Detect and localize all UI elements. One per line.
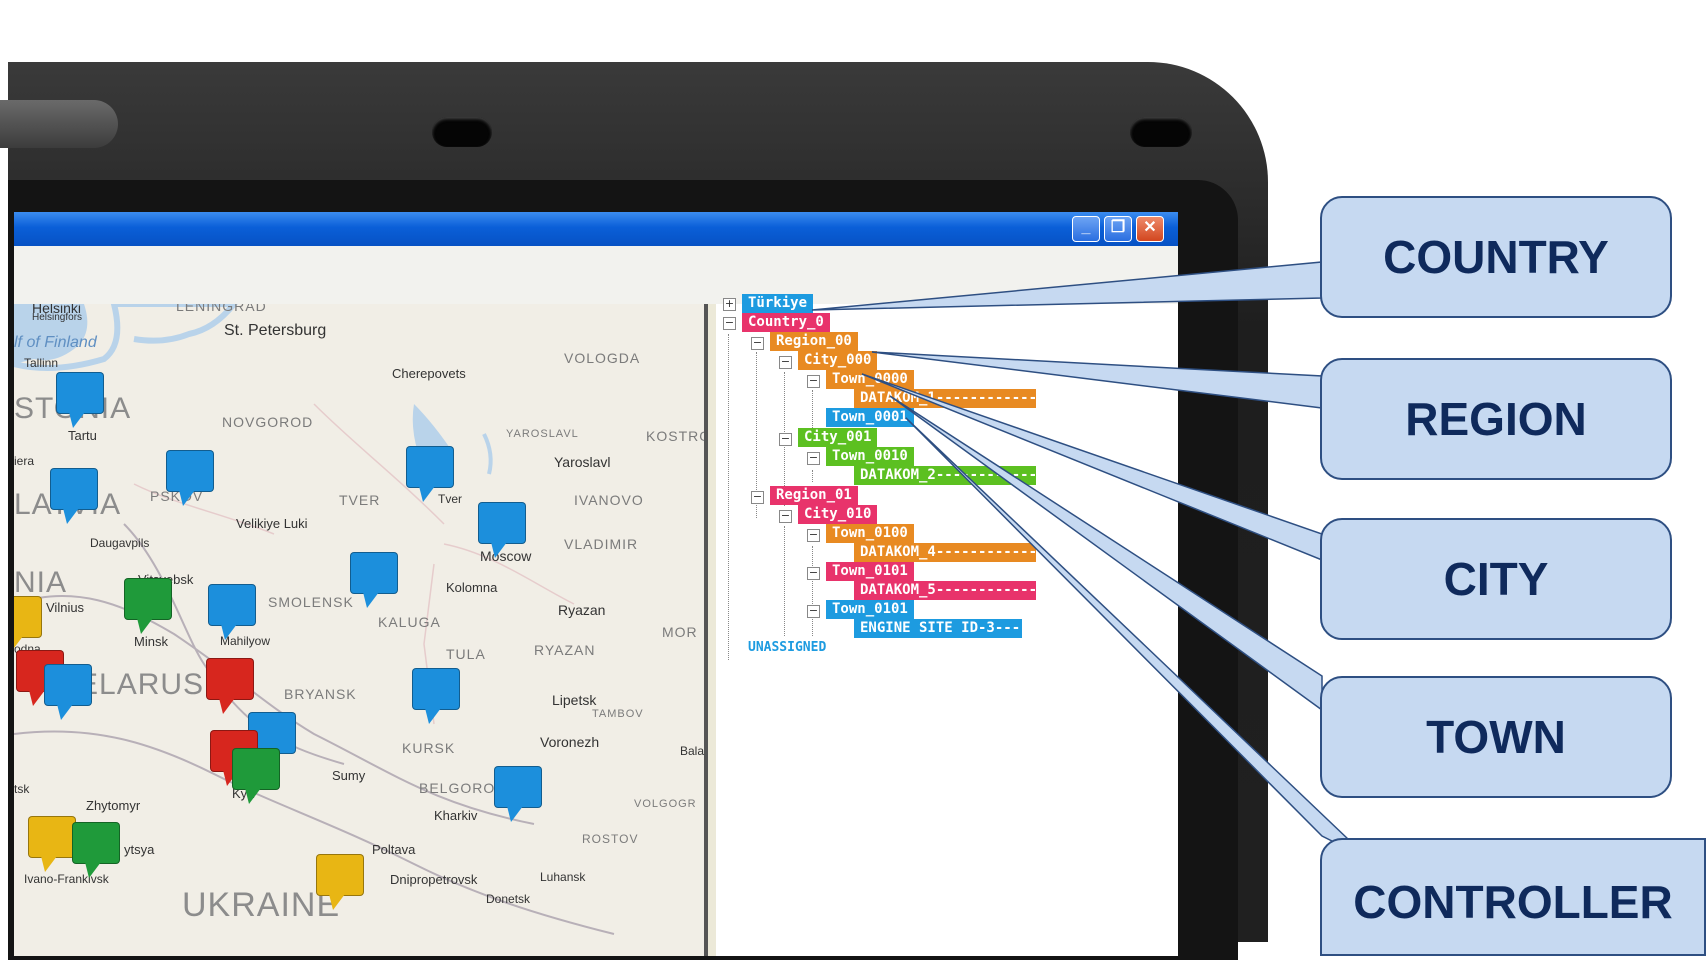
callout-city: CITY	[1320, 518, 1672, 640]
callout-region: REGION	[1320, 358, 1672, 480]
callout-controller: CONTROLLER	[1320, 838, 1706, 956]
callout-country: COUNTRY	[1320, 196, 1672, 318]
callout-town: TOWN	[1320, 676, 1672, 798]
